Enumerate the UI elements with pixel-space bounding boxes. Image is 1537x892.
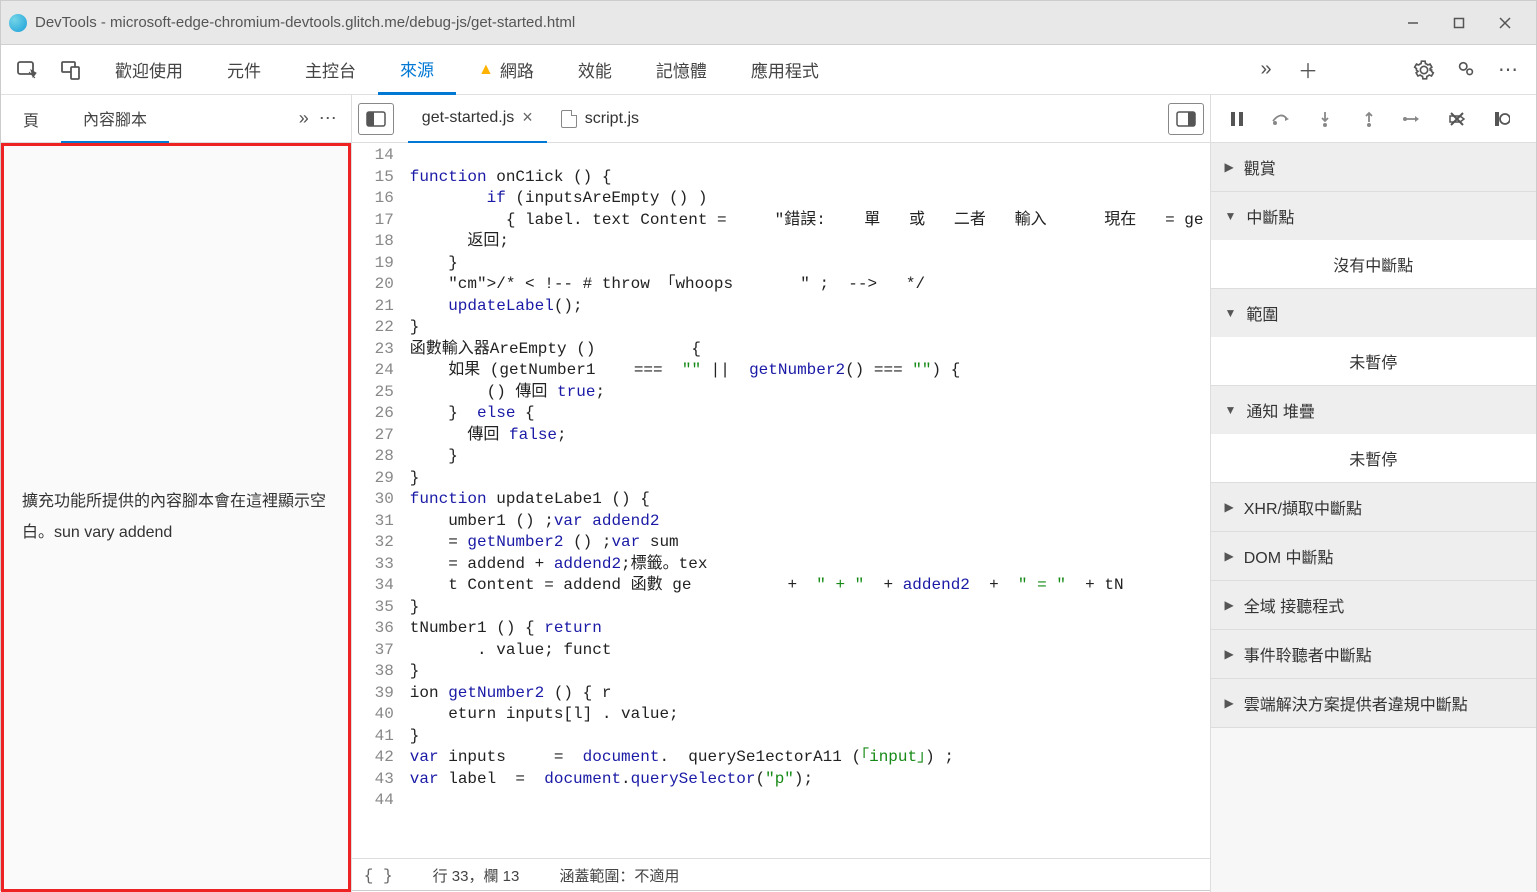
step-icon[interactable]: [1401, 107, 1425, 131]
inspect-icon[interactable]: [5, 50, 49, 90]
left-more-icon[interactable]: »: [299, 108, 309, 129]
editor-status-bar: { } 行 33，欄 13 涵蓋範圍：不適用: [352, 858, 1210, 892]
coverage-status: 涵蓋範圍：不適用: [559, 865, 679, 886]
tab-elements[interactable]: 元件: [205, 45, 283, 95]
section-watch-label: 觀賞: [1244, 155, 1276, 179]
chevron-down-icon: ▼: [1225, 306, 1237, 320]
section-xhr[interactable]: ▶ XHR/擷取中斷點: [1211, 483, 1536, 531]
more-tabs-icon[interactable]: »: [1252, 56, 1280, 84]
section-breakpoints-label: 中斷點: [1246, 204, 1294, 228]
section-scope-label: 範圍: [1246, 301, 1278, 325]
content-scripts-empty: 擴充功能所提供的內容腳本會在這裡顯示空白。sun vary addend: [1, 143, 351, 892]
pretty-print-icon[interactable]: { }: [364, 867, 393, 885]
device-icon[interactable]: [49, 50, 93, 90]
warning-icon: ▲: [478, 61, 494, 79]
chevron-down-icon: ▼: [1225, 403, 1237, 417]
kebab-menu-icon[interactable]: ⋯: [1494, 56, 1522, 84]
settings-gear-icon[interactable]: [1410, 56, 1438, 84]
scope-not-paused: 未暫停: [1211, 337, 1536, 385]
chevron-right-icon: ▶: [1225, 500, 1234, 514]
tab-network-label: 網路: [500, 57, 534, 82]
cursor-position: 行 33，欄 13: [433, 865, 520, 886]
code-editor[interactable]: 1415161718192021222324252627282930313233…: [352, 143, 1210, 858]
tab-memory[interactable]: 記憶體: [634, 45, 729, 95]
file-tab-script-label: script.js: [585, 110, 639, 128]
section-event-label: 事件聆聽者中斷點: [1244, 642, 1372, 666]
section-global[interactable]: ▶ 全域 接聽程式: [1211, 581, 1536, 629]
close-tab-icon[interactable]: ×: [522, 107, 533, 128]
step-into-icon[interactable]: [1313, 107, 1337, 131]
feedback-icon[interactable]: [1452, 56, 1480, 84]
section-callstack[interactable]: ▼ 通知 堆疊: [1211, 386, 1536, 434]
tab-sources[interactable]: 來源: [378, 45, 456, 95]
section-global-label: 全域 接聽程式: [1244, 593, 1344, 617]
close-button[interactable]: [1482, 7, 1528, 39]
breakpoints-empty: 沒有中斷點: [1211, 240, 1536, 288]
chevron-down-icon: ▼: [1225, 209, 1237, 223]
tab-application[interactable]: 應用程式: [729, 45, 841, 95]
chevron-right-icon: ▶: [1225, 160, 1234, 174]
left-tab-page[interactable]: 頁: [1, 95, 61, 143]
window-title: DevTools - microsoft-edge-chromium-devto…: [35, 14, 575, 31]
pause-icon[interactable]: [1225, 107, 1249, 131]
section-callstack-label: 通知 堆疊: [1246, 398, 1314, 422]
chevron-right-icon: ▶: [1225, 647, 1234, 661]
step-out-icon[interactable]: [1357, 107, 1381, 131]
chevron-right-icon: ▶: [1225, 598, 1234, 612]
section-csp-label: 雲端解決方案提供者違規中斷點: [1244, 691, 1468, 715]
callstack-not-paused: 未暫停: [1211, 434, 1536, 482]
editor-panel: get-started.js × script.js 1415161718192…: [352, 95, 1211, 892]
maximize-button[interactable]: [1436, 7, 1482, 39]
code-content[interactable]: function onC1ick () { if (inputsAreEmpty…: [404, 143, 1210, 858]
navigator-panel: 頁 內容腳本 » ⋯ 擴充功能所提供的內容腳本會在這裡顯示空白。sun vary…: [1, 95, 352, 892]
file-tab-active-label: get-started.js: [422, 109, 514, 127]
line-gutter: 1415161718192021222324252627282930313233…: [352, 143, 404, 858]
debugger-panel: ▶ 觀賞 ▼ 中斷點 沒有中斷點 ▼ 範圍 未暫停 ▼ 通知 堆疊 未暫停 ▶ XHR/擷…: [1211, 95, 1536, 892]
section-watch[interactable]: ▶ 觀賞: [1211, 143, 1536, 191]
section-scope[interactable]: ▼ 範圍: [1211, 289, 1536, 337]
tab-welcome[interactable]: 歡迎使用: [93, 45, 205, 95]
minimize-button[interactable]: [1390, 7, 1436, 39]
empty-message: 擴充功能所提供的內容腳本會在這裡顯示空白。sun vary addend: [14, 487, 338, 548]
main-tabstrip: 歡迎使用 元件 主控台 來源 ▲ 網路 效能 記憶體 應用程式 » ＋ ⋯: [1, 45, 1536, 95]
deactivate-breakpoints-icon[interactable]: [1445, 107, 1469, 131]
file-tab-script[interactable]: script.js: [547, 95, 653, 143]
hide-debugger-button[interactable]: [1168, 103, 1204, 135]
section-breakpoints[interactable]: ▼ 中斷點: [1211, 192, 1536, 240]
section-xhr-label: XHR/擷取中斷點: [1244, 495, 1362, 519]
section-csp[interactable]: ▶ 雲端解決方案提供者違規中斷點: [1211, 679, 1536, 727]
hide-navigator-button[interactable]: [358, 103, 394, 135]
left-tab-content-scripts[interactable]: 內容腳本: [61, 95, 169, 143]
debugger-toolbar: [1211, 95, 1536, 143]
tab-performance[interactable]: 效能: [556, 45, 634, 95]
section-dom-label: DOM 中斷點: [1244, 544, 1334, 568]
tab-console[interactable]: 主控台: [283, 45, 378, 95]
section-dom[interactable]: ▶ DOM 中斷點: [1211, 532, 1536, 580]
left-kebab-icon[interactable]: ⋯: [319, 108, 337, 129]
pause-exceptions-icon[interactable]: [1489, 107, 1513, 131]
tab-network[interactable]: ▲ 網路: [456, 45, 556, 95]
js-file-icon: [561, 110, 577, 128]
chevron-right-icon: ▶: [1225, 549, 1234, 563]
step-over-icon[interactable]: [1269, 107, 1293, 131]
devtools-app-icon: [9, 14, 27, 32]
title-bar: DevTools - microsoft-edge-chromium-devto…: [1, 1, 1536, 45]
section-event[interactable]: ▶ 事件聆聽者中斷點: [1211, 630, 1536, 678]
add-tab-icon[interactable]: ＋: [1294, 56, 1322, 84]
file-tab-active[interactable]: get-started.js ×: [408, 95, 547, 143]
chevron-right-icon: ▶: [1225, 696, 1234, 710]
